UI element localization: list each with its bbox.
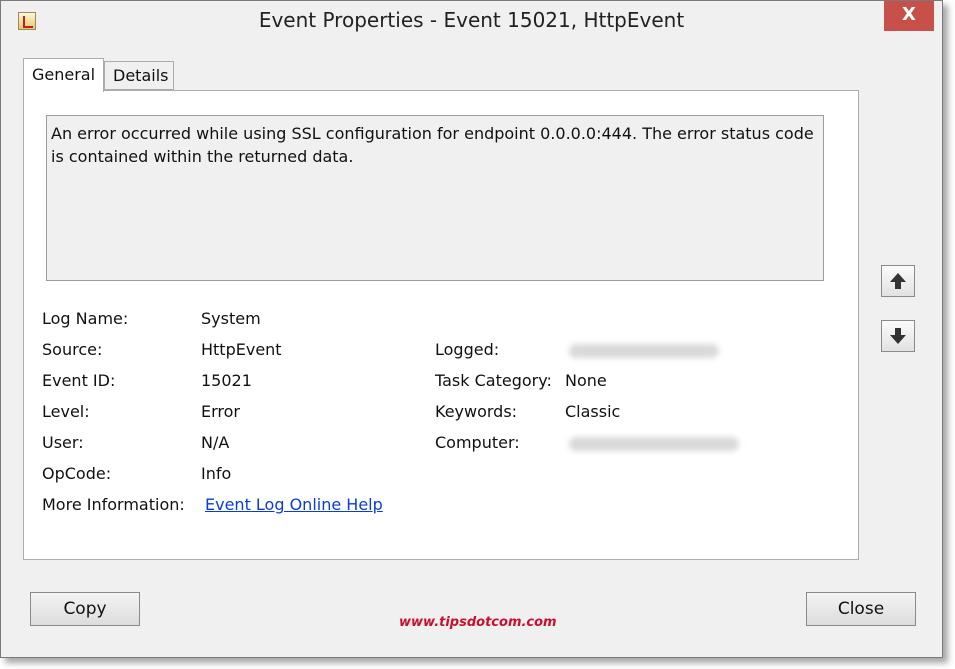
source-value: HttpEvent — [201, 340, 282, 359]
arrow-up-icon — [890, 273, 906, 289]
task-category-label: Task Category: — [435, 371, 552, 390]
general-panel: An error occurred while using SSL config… — [23, 90, 859, 560]
close-window-button[interactable]: X — [884, 1, 934, 31]
close-button[interactable]: Close — [806, 592, 916, 626]
keywords-value: Classic — [565, 402, 621, 421]
opcode-label: OpCode: — [42, 464, 112, 483]
previous-event-button[interactable] — [881, 265, 915, 297]
copy-button[interactable]: Copy — [30, 592, 140, 626]
arrow-down-icon — [890, 328, 906, 344]
user-value: N/A — [201, 433, 230, 452]
log-name-label: Log Name: — [42, 309, 129, 328]
window-title: Event Properties - Event 15021, HttpEven… — [258, 8, 685, 32]
event-id-value: 15021 — [201, 371, 252, 390]
event-properties-window: Event Properties - Event 15021, HttpEven… — [0, 0, 943, 658]
event-description[interactable]: An error occurred while using SSL config… — [46, 115, 824, 281]
source-label: Source: — [42, 340, 103, 359]
event-log-online-help-link-wrap: Event Log Online Help — [205, 495, 383, 514]
user-label: User: — [42, 433, 84, 452]
logged-value-redacted — [569, 344, 719, 358]
log-name-value: System — [201, 309, 261, 328]
tab-details[interactable]: Details — [104, 61, 174, 90]
event-id-label: Event ID: — [42, 371, 116, 390]
watermark-text: www.tipsdotcom.com — [399, 615, 557, 630]
computer-value-redacted — [569, 437, 739, 451]
level-value: Error — [201, 402, 240, 421]
more-information-label: More Information: — [42, 495, 185, 514]
next-event-button[interactable] — [881, 320, 915, 352]
keywords-label: Keywords: — [435, 402, 518, 421]
opcode-value: Info — [201, 464, 232, 483]
event-log-online-help-link[interactable]: Event Log Online Help — [205, 495, 383, 514]
computer-label: Computer: — [435, 433, 520, 452]
title-bar[interactable]: Event Properties - Event 15021, HttpEven… — [1, 1, 942, 41]
level-label: Level: — [42, 402, 90, 421]
logged-label: Logged: — [435, 340, 500, 359]
tab-general[interactable]: General — [23, 58, 104, 92]
task-category-value: None — [565, 371, 607, 390]
